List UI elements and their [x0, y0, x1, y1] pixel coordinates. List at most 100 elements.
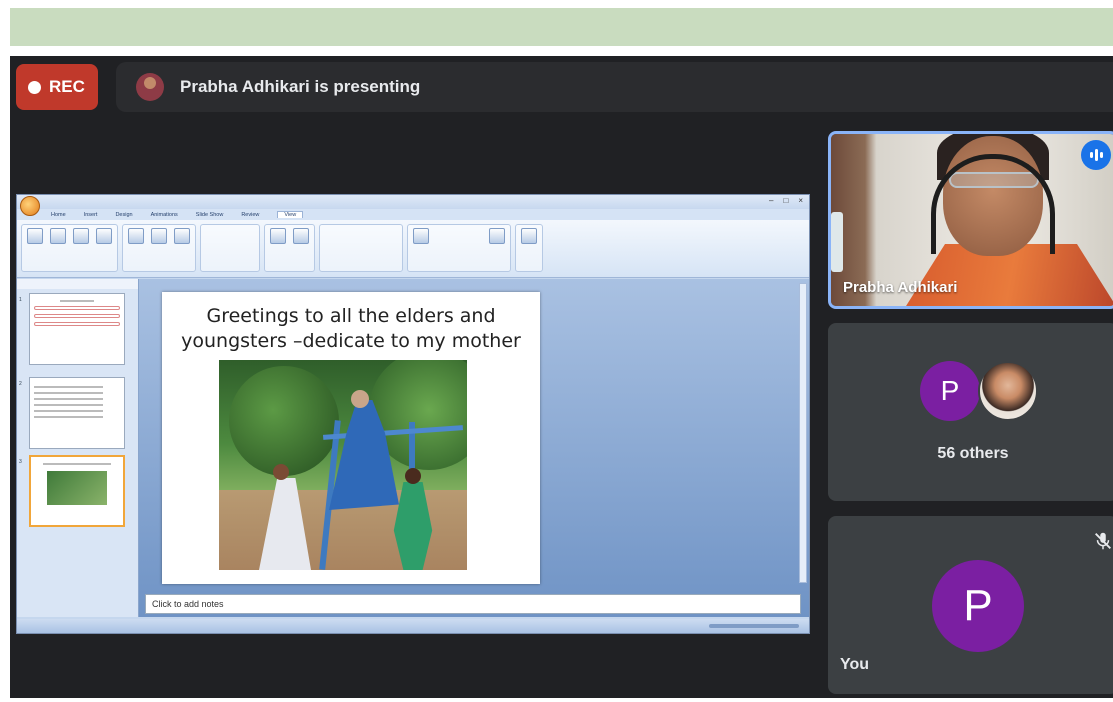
maximize-icon: □: [783, 196, 789, 205]
thumbnail-text-line: [34, 416, 103, 418]
new-window-icon: [413, 228, 429, 244]
current-slide: Greetings to all the elders and youngste…: [162, 292, 540, 584]
ribbon: [17, 220, 809, 278]
photo-person: [259, 478, 311, 570]
record-dot-icon: [28, 80, 41, 94]
recording-label: REC: [49, 77, 85, 96]
notes-pane: Click to add notes: [145, 594, 801, 614]
avatar-photo: [978, 361, 1038, 421]
thumbnail-photo: [47, 471, 107, 505]
presenting-text: Prabha Adhikari is presenting: [180, 77, 421, 96]
view-sorter-icon: [50, 228, 66, 244]
ribbon-group: [515, 224, 543, 272]
slide-thumbnail-pane: 1 2 3: [17, 279, 139, 617]
thumbnail-tabs: [17, 279, 138, 289]
ribbon-button: [519, 228, 539, 258]
ribbon-button: [411, 228, 431, 258]
thumbnail-text-line: [34, 392, 103, 394]
slide-title-line: Greetings to all the elders and: [206, 305, 496, 327]
handout-master-icon: [151, 228, 167, 244]
slide-show-icon: [96, 228, 112, 244]
ppt-workspace: 1 2 3 Greetings to all the elders and yo…: [17, 279, 809, 617]
photo-tree: [229, 366, 339, 476]
ribbon-tab: Slide Show: [195, 211, 224, 218]
audio-bar: [1099, 152, 1103, 158]
ribbon-button: [71, 228, 91, 258]
minimize-icon: –: [769, 196, 774, 205]
ribbon-tab: Animations: [150, 211, 178, 218]
ribbon-button: [126, 228, 146, 258]
ribbon-button: [25, 228, 45, 258]
slide-title: Greetings to all the elders and youngste…: [162, 304, 540, 354]
photo-person-head: [351, 390, 369, 408]
presenter-avatar: [136, 73, 164, 101]
window-controls: – □ ×: [769, 196, 803, 205]
ribbon-group-show-hide: [200, 224, 260, 272]
thumbnail-text-line: [34, 306, 120, 310]
thumbnail-number: 1: [19, 297, 22, 303]
recording-indicator: REC: [16, 64, 98, 110]
ppt-status-bar: [17, 619, 809, 633]
ribbon-button: [487, 228, 507, 258]
thumbnail-text-line: [59, 300, 95, 302]
photo-person-head: [405, 468, 421, 484]
slide-photo: [219, 360, 467, 570]
mic-off-icon: [1095, 532, 1111, 550]
self-tile[interactable]: P You: [828, 516, 1113, 694]
ribbon-button: [149, 228, 169, 258]
thumbnail-number: 2: [19, 381, 22, 387]
slide-title-line: youngsters –dedicate to my mother: [181, 330, 521, 352]
macros-icon: [521, 228, 537, 244]
thumbnail-text-line: [34, 314, 120, 318]
slide-thumbnail: [29, 377, 125, 449]
thumbnail-text-line: [34, 404, 103, 406]
ribbon-tabs: Home Insert Design Animations Slide Show…: [17, 209, 809, 220]
presenting-bar: Prabha Adhikari is presenting: [116, 62, 1113, 112]
thumbnail-text-line: [43, 463, 111, 465]
presenter-video-tile[interactable]: Prabha Adhikari: [828, 131, 1113, 309]
meeting-window: REC Prabha Adhikari is presenting – □ × …: [10, 56, 1113, 698]
view-normal-icon: [27, 228, 43, 244]
ribbon-button: [268, 228, 288, 258]
ribbon-tab: Design: [115, 211, 133, 218]
photo-person-head: [273, 464, 289, 480]
ribbon-tab: Review: [241, 211, 260, 218]
thumbnail-text-line: [34, 410, 103, 412]
ribbon-tab-active: View: [277, 211, 304, 218]
self-label: You: [840, 656, 870, 673]
slide-master-icon: [128, 228, 144, 244]
notes-master-icon: [174, 228, 190, 244]
slide-thumbnail: [29, 293, 125, 365]
others-count-label: 56 others: [937, 445, 1009, 462]
close-icon: ×: [798, 196, 803, 205]
ribbon-group: [21, 224, 118, 272]
thumbnail-number: 3: [19, 459, 22, 465]
ribbon-tab: Insert: [83, 211, 98, 218]
ppt-title-bar: – □ ×: [17, 195, 809, 216]
slide-thumbnail-selected: [29, 455, 125, 527]
thumbnail-text-line: [34, 386, 103, 388]
fit-window-icon: [293, 228, 309, 244]
others-tile[interactable]: P 56 others: [828, 323, 1113, 501]
ribbon-group-color: [319, 224, 403, 272]
ribbon-button: [434, 228, 484, 258]
camera-bottle: [831, 212, 843, 272]
ribbon-tab: Home: [51, 211, 66, 218]
vertical-scrollbar: [799, 283, 807, 583]
participant-name: Prabha Adhikari: [843, 279, 958, 296]
audio-bar: [1089, 152, 1093, 158]
ribbon-group: [264, 224, 315, 272]
ribbon-button: [48, 228, 68, 258]
ribbon-group: [122, 224, 196, 272]
ribbon-button: [172, 228, 192, 258]
ribbon-group: [407, 224, 511, 272]
top-banner: [10, 8, 1113, 46]
notes-page-icon: [73, 228, 89, 244]
shared-screen: – □ × Home Insert Design Animations Slid…: [16, 194, 810, 634]
avatar: P: [932, 560, 1024, 652]
zoom-icon: [270, 228, 286, 244]
thumbnail-text-line: [34, 398, 103, 400]
zoom-slider: [709, 624, 799, 628]
others-avatars: P: [920, 361, 1038, 421]
thumbnail-text-line: [34, 322, 120, 326]
